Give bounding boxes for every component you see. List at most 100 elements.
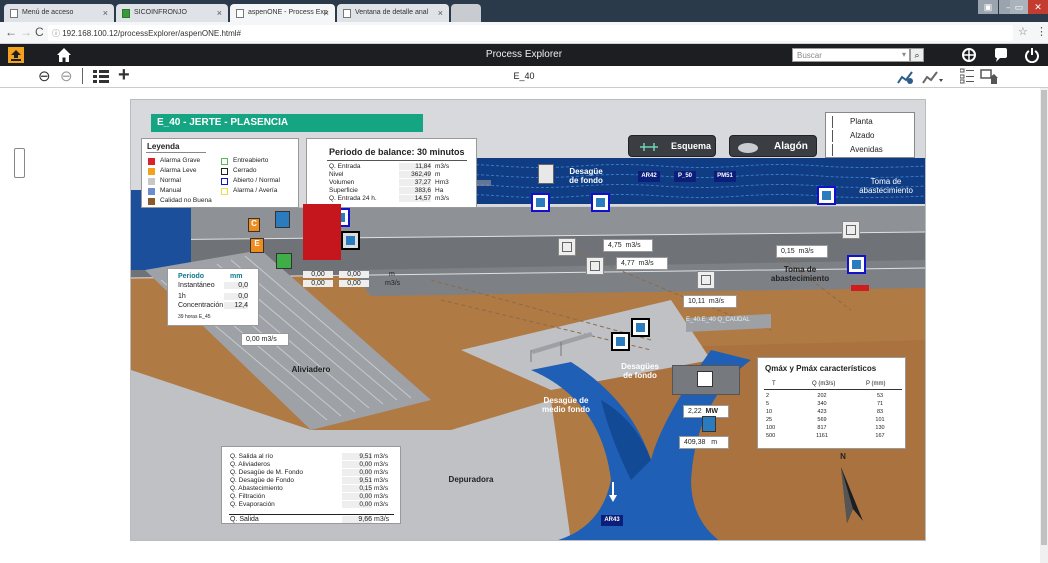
- power-icon[interactable]: [1024, 47, 1040, 65]
- gate-closed-icon[interactable]: [631, 318, 650, 337]
- monitor-home-icon[interactable]: [980, 69, 998, 87]
- balance-title: Periodo de balance: 30 minutos: [329, 147, 465, 157]
- new-tab-button[interactable]: [451, 4, 481, 22]
- valve-icon[interactable]: [842, 221, 860, 239]
- unit: m3/s: [798, 248, 814, 255]
- alzado-option[interactable]: Alzado: [826, 130, 916, 142]
- depuradora-label: Depuradora: [448, 475, 494, 484]
- gate-closed-icon[interactable]: [611, 332, 630, 351]
- station-icon[interactable]: [275, 211, 290, 228]
- station-green-icon[interactable]: [276, 253, 292, 269]
- maximize-button[interactable]: ▭: [1010, 0, 1028, 14]
- navigator-icon[interactable]: [961, 47, 977, 65]
- legend-swatch: [148, 178, 155, 185]
- trend-icon[interactable]: [897, 69, 915, 87]
- total-value: 9,66: [342, 516, 372, 523]
- turbine-icon[interactable]: [697, 371, 713, 387]
- page-icon: [343, 9, 351, 18]
- gate-icon[interactable]: [817, 186, 836, 205]
- search-icon[interactable]: ⌕: [910, 48, 924, 62]
- home-icon[interactable]: [56, 47, 72, 65]
- app-header: Process Explorer Buscar ▾ ⌕: [0, 44, 1048, 66]
- precip-value: 12,4: [224, 302, 248, 309]
- graphic-name: E_40: [513, 71, 535, 81]
- camera-c-icon[interactable]: C: [248, 218, 260, 232]
- option-marker: [832, 130, 833, 142]
- gate-closed-icon[interactable]: [341, 231, 360, 250]
- close-icon[interactable]: ×: [438, 8, 443, 18]
- add-icon[interactable]: +: [118, 64, 130, 87]
- valve-icon[interactable]: [697, 271, 715, 289]
- scrollbar-thumb[interactable]: [1041, 90, 1047, 545]
- page-icon: [236, 9, 244, 18]
- avenidas-option[interactable]: Avenidas: [826, 144, 916, 156]
- search-input[interactable]: Buscar ▾: [792, 48, 910, 62]
- unit: m3/s: [708, 298, 725, 305]
- tab-ventana-detalle[interactable]: Ventana de detalle anal ×: [337, 4, 449, 22]
- precip-note: 39 horas E_45: [178, 314, 211, 320]
- table-cell: 500: [766, 433, 776, 439]
- toolbar-divider: [82, 68, 83, 84]
- upload-icon[interactable]: [8, 47, 24, 63]
- checklist-icon[interactable]: [959, 68, 974, 86]
- tab-sicoinfronjo[interactable]: SICOINFRONJO ×: [116, 4, 228, 22]
- close-icon[interactable]: ×: [103, 8, 108, 18]
- tab-menu-acceso[interactable]: Menú de acceso ×: [4, 4, 114, 22]
- level-sensor-icon[interactable]: [702, 416, 716, 432]
- sensor-e-icon[interactable]: E: [250, 238, 264, 253]
- reload-icon[interactable]: C: [35, 25, 44, 39]
- p50-button[interactable]: P_50: [674, 171, 696, 182]
- alagon-button[interactable]: Alagón: [729, 135, 817, 157]
- forward-arrow-icon[interactable]: →: [20, 25, 32, 39]
- total-label: Q. Salida: [230, 516, 259, 523]
- side-panel-handle[interactable]: [14, 148, 25, 178]
- gate-icon[interactable]: [591, 193, 610, 212]
- option-marker: [832, 116, 833, 128]
- scrollbar[interactable]: [1040, 88, 1048, 563]
- menu-dots-icon[interactable]: ⋮: [1036, 25, 1047, 38]
- outflow-unit: m3/s: [374, 477, 389, 484]
- value: 0,00: [303, 271, 333, 278]
- ar43-button[interactable]: AR43: [601, 515, 623, 526]
- dropdown-arrow-icon[interactable]: ▾: [902, 50, 906, 59]
- close-window-button[interactable]: ✕: [1028, 0, 1048, 14]
- aliviadero-label: Aliviadero: [291, 365, 331, 374]
- close-icon[interactable]: ×: [217, 8, 222, 18]
- app-title: Process Explorer: [485, 49, 563, 60]
- tab-aspenone[interactable]: aspenONE - Process Exp ×: [230, 4, 335, 22]
- close-icon[interactable]: ×: [324, 8, 329, 18]
- outflow-panel: Q. Salida al río 9,51 m3/s Q. Aliviaderos 0,…: [221, 446, 401, 524]
- valve-icon[interactable]: [558, 238, 576, 256]
- outflow-label: Q. Desagüe de M. Fondo: [230, 469, 303, 476]
- balance-label: Q. Entrada: [329, 163, 361, 170]
- value: 10,11: [688, 298, 705, 305]
- back-arrow-icon[interactable]: ←: [5, 25, 17, 39]
- balance-label: Superficie: [329, 187, 358, 194]
- planta-option[interactable]: Planta: [826, 116, 916, 128]
- esquema-button[interactable]: Esquema: [628, 135, 716, 157]
- balance-unit: m: [435, 171, 441, 178]
- alzado-label: Alzado: [850, 131, 875, 140]
- chat-icon[interactable]: [993, 47, 1009, 65]
- value: 0,00: [303, 280, 333, 287]
- gate-icon[interactable]: [531, 193, 550, 212]
- legend-label: Cerrado: [233, 167, 257, 174]
- table-cell: 202: [817, 393, 827, 399]
- toma-abastecimiento-label: Toma de abastecimiento: [770, 265, 830, 283]
- column-header: T: [772, 381, 776, 387]
- list-icon[interactable]: [93, 69, 109, 85]
- user-icon[interactable]: ▣: [978, 0, 998, 14]
- gate-icon[interactable]: [847, 255, 866, 274]
- mm-header: mm: [230, 273, 243, 280]
- url-field[interactable]: ⓘ 192.168.100.12/processExplorer/aspenON…: [48, 25, 1013, 41]
- back-circle-icon[interactable]: ⊖: [38, 67, 51, 85]
- forward-circle-icon[interactable]: ⊖: [60, 67, 73, 85]
- balance-label: Volumen: [329, 179, 355, 186]
- trend-options-icon[interactable]: [922, 69, 944, 87]
- value: 0,00: [246, 336, 260, 343]
- outlet-icon[interactable]: [538, 164, 554, 184]
- bookmark-star-icon[interactable]: ☆: [1018, 25, 1028, 38]
- pm51-button[interactable]: PM51: [714, 171, 736, 182]
- valve-icon[interactable]: [586, 257, 604, 275]
- ar42-button[interactable]: AR42: [638, 171, 660, 182]
